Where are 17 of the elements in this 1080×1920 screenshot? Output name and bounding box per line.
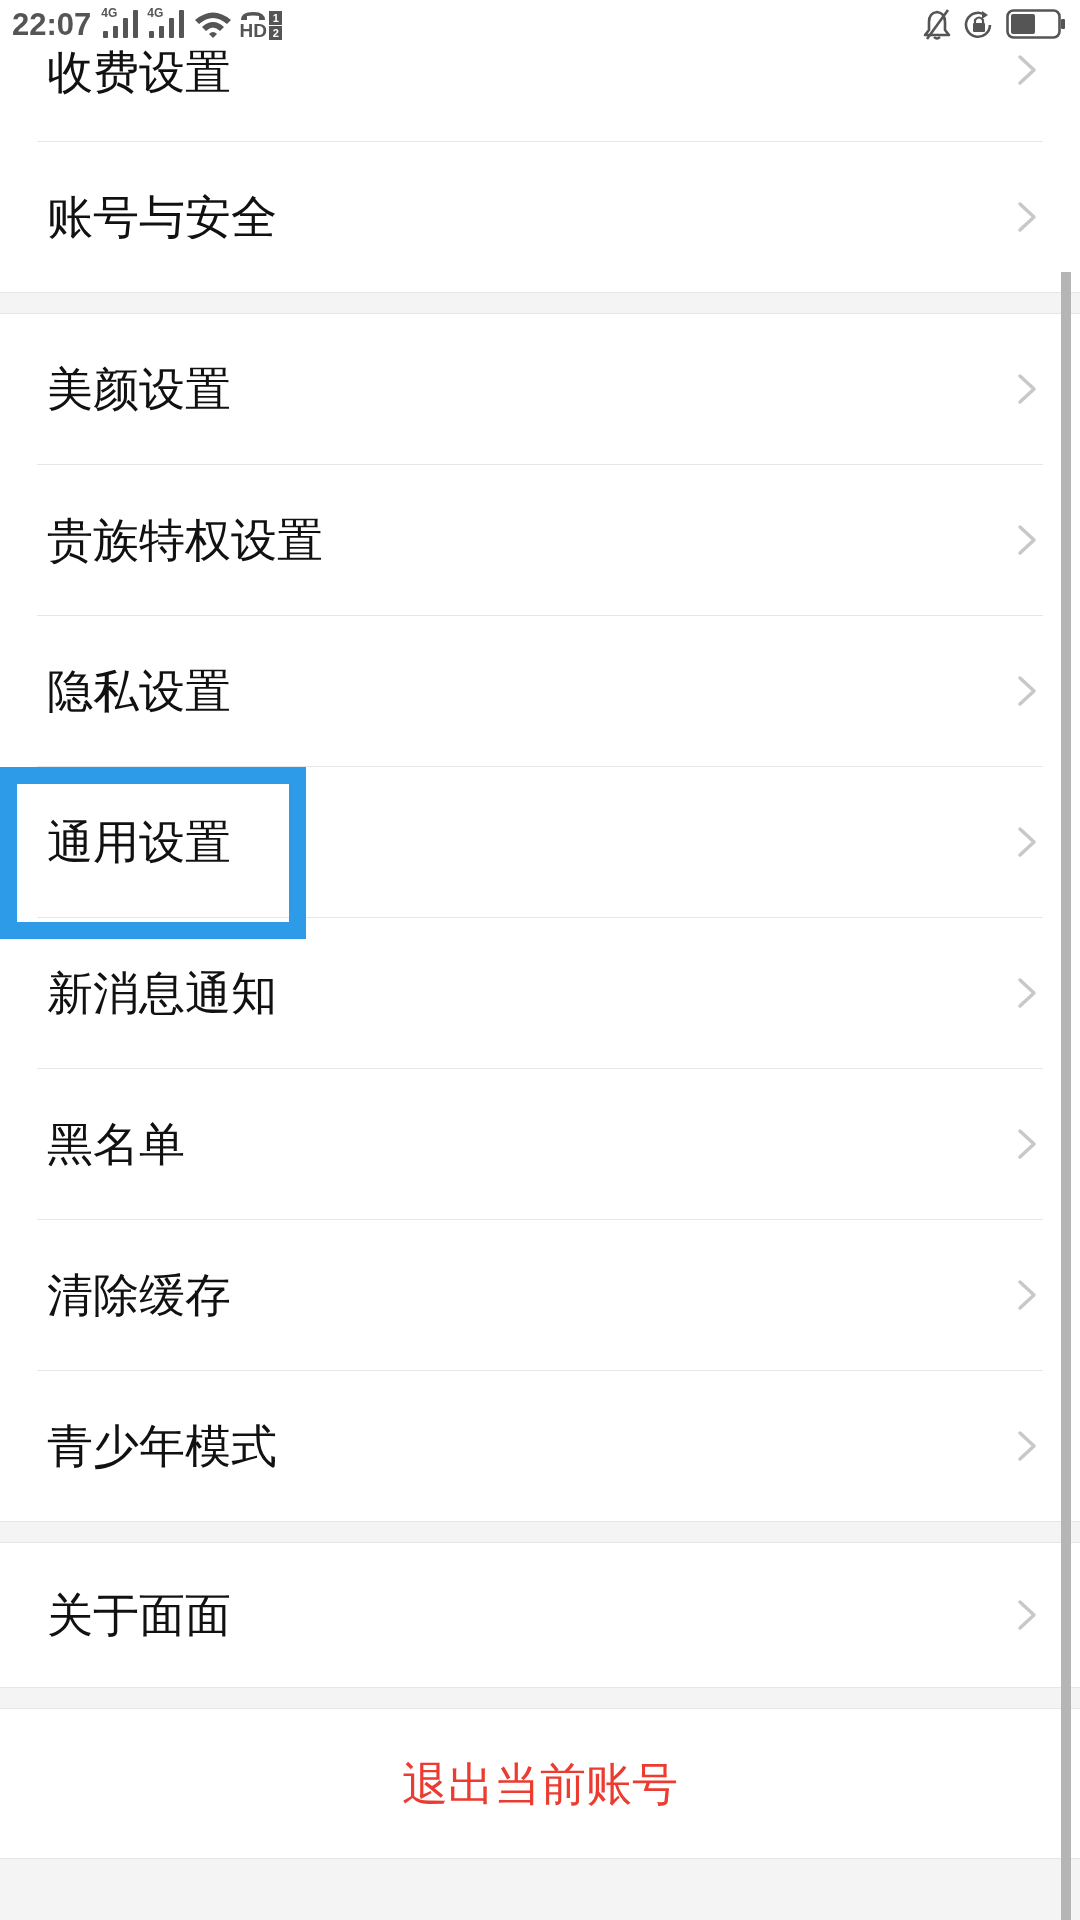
signal-indicator: 4G: [101, 9, 142, 39]
chevron-right-icon: [1017, 675, 1037, 707]
signal-indicator: 4G: [147, 9, 188, 39]
chevron-right-icon: [1017, 54, 1037, 86]
time-text: 22:07: [12, 8, 92, 40]
chevron-right-icon: [1017, 826, 1037, 858]
chevron-right-icon: [1017, 977, 1037, 1009]
chevron-right-icon: [1017, 1430, 1037, 1462]
chevron-right-icon: [1017, 524, 1037, 556]
chevron-right-icon: [1017, 1279, 1037, 1311]
battery-icon: [1006, 9, 1066, 39]
rotation-lock-icon: [963, 8, 994, 40]
chevron-right-icon: [1017, 1599, 1037, 1631]
chevron-right-icon: [1017, 373, 1037, 405]
chevron-right-icon: [1017, 201, 1037, 233]
chevron-right-icon: [1017, 1128, 1037, 1160]
muted-bell-icon: [923, 8, 951, 40]
